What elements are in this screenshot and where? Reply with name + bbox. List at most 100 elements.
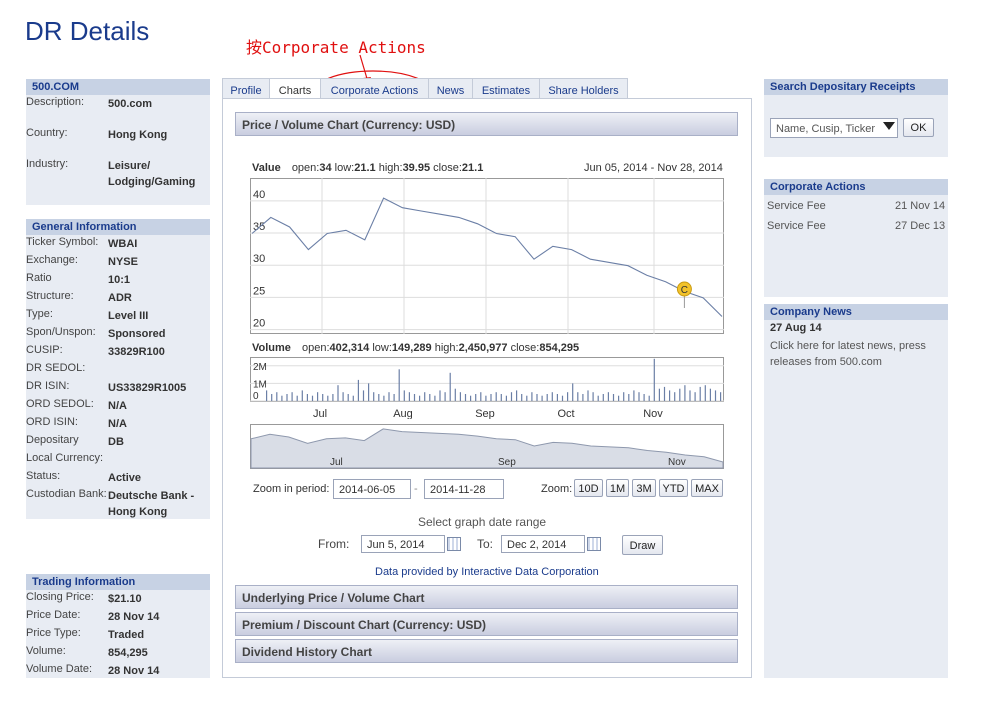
page-title: DR Details [25,16,150,46]
price-volume-chart-header[interactable]: Price / Volume Chart (Currency: USD) [235,112,738,136]
calendar-icon[interactable] [587,537,601,551]
volume-bar [674,392,676,401]
volume-bar [362,390,365,401]
corporate-action-marker-label: C [681,285,688,296]
zoom-max-button[interactable]: MAX [691,479,723,497]
data-provider-link[interactable]: Data provided by Interactive Data Corpor… [375,566,599,578]
volume-bar [526,395,528,401]
premium-discount-header[interactable]: Premium / Discount Chart (Currency: USD) [235,612,738,636]
field-label: Ticker Symbol: [26,236,99,248]
volume-bar [495,392,497,401]
volume-bar [296,395,298,401]
from-date-input[interactable]: Jun 5, 2014 [361,535,445,553]
tab-news[interactable]: News [428,78,473,99]
news-link[interactable]: Click here for latest news, press releas… [770,338,940,370]
volume-bar [373,392,375,401]
navigator-label: Jul [330,457,343,468]
search-input[interactable]: Name, Cusip, Ticker [770,118,898,138]
volume-bar-chart[interactable]: 01M 2M Jul Aug Sep Oct Nov [250,357,724,419]
volume-bar [317,392,319,401]
value-title: Value [252,162,281,174]
x-tick-label: Oct [557,408,574,419]
field-value: WBAI [108,238,138,250]
field-label: Depositary [26,434,79,446]
volume-bar [714,390,717,401]
field-value: US33829R1005 [108,382,187,394]
volume-bar [454,388,456,401]
tab-share-holders[interactable]: Share Holders [539,78,628,99]
zoom-1m-button[interactable]: 1M [606,479,629,497]
field-label: Closing Price: [26,591,94,603]
volume-bar [408,392,410,401]
field-label: Structure: [26,290,74,302]
tab-profile[interactable]: Profile [222,78,270,99]
field-label: Country: [26,127,68,139]
volume-bar [623,392,625,401]
field-value: 854,295 [108,647,148,659]
volume-bar [357,379,359,401]
underlying-chart-header[interactable]: Underlying Price / Volume Chart [235,585,738,609]
value-low: 21.1 [354,162,376,174]
field-value: Active [108,472,142,484]
dividend-history-header[interactable]: Dividend History Chart [235,639,738,663]
field-label: Status: [26,470,61,482]
volume-open: 402,314 [329,342,370,354]
value-line-chart[interactable]: 2025303540C [250,178,724,334]
tab-estimates[interactable]: Estimates [472,78,540,99]
search-header: Search Depositary Receipts [764,79,948,95]
volume-bar [342,392,344,401]
zoom-from-input[interactable]: 2014-06-05 [333,479,411,499]
volume-bar [694,392,696,401]
from-label: From: [318,537,350,551]
zoom-10d-button[interactable]: 10D [574,479,603,497]
search-ok-button[interactable]: OK [903,118,934,137]
volume-close-label: close: [510,342,540,354]
volume-bar [505,395,507,401]
navigator-label: Sep [498,457,516,468]
value-open: 34 [319,162,332,174]
tab-charts[interactable]: Charts [269,78,321,100]
field-label: Spon/Unspon: [26,326,96,338]
y-tick-label: 25 [253,285,265,297]
y-tick-label: 0 [253,391,259,402]
draw-button[interactable]: Draw [622,535,663,555]
general-info-header: General Information [26,219,210,235]
company-header: 500.COM [26,79,210,95]
field-value: 28 Nov 14 [108,611,160,623]
field-value: Sponsored [108,328,166,340]
to-date-input[interactable]: Dec 2, 2014 [501,535,585,553]
volume-bar [663,386,666,401]
volume-stats: Volume open:402,314 low:149,289 high:2,4… [252,342,579,354]
volume-bar [337,385,339,401]
volume-low: 149,289 [391,342,432,354]
volume-bar [276,392,278,401]
field-label: Price Date: [26,609,81,621]
ca-item-label[interactable]: Service Fee [767,200,826,212]
volume-bar [413,394,416,401]
x-tick-label: Sep [475,408,495,419]
field-value: Deutsche Bank - Hong Kong [108,490,195,518]
dropdown-arrow-icon[interactable] [883,122,895,132]
ca-item-label[interactable]: Service Fee [767,220,826,232]
news-date: 27 Aug 14 [770,322,822,334]
volume-bar [597,395,599,401]
field-label: Volume Date: [26,663,93,675]
field-value: DB [108,436,124,448]
volume-bar [516,390,518,401]
zoom-to-input[interactable]: 2014-11-28 [424,479,504,499]
volume-bar [709,388,711,401]
zoom-ytd-button[interactable]: YTD [659,479,688,497]
volume-bar [398,369,400,401]
chart-date-range: Jun 05, 2014 - Nov 28, 2014 [584,162,723,174]
volume-bar [485,395,487,401]
volume-high-label: high: [434,342,459,354]
y-tick-label: 30 [253,253,265,265]
volume-bar [301,390,303,401]
tab-corporate-actions[interactable]: Corporate Actions [320,78,429,99]
calendar-icon[interactable] [447,537,461,551]
zoom-3m-button[interactable]: 3M [632,479,656,497]
range-navigator[interactable]: Jul Sep Nov [250,424,724,469]
field-value: Level III [108,310,149,322]
value-high: 39.95 [402,162,431,174]
volume-bar [480,392,482,401]
